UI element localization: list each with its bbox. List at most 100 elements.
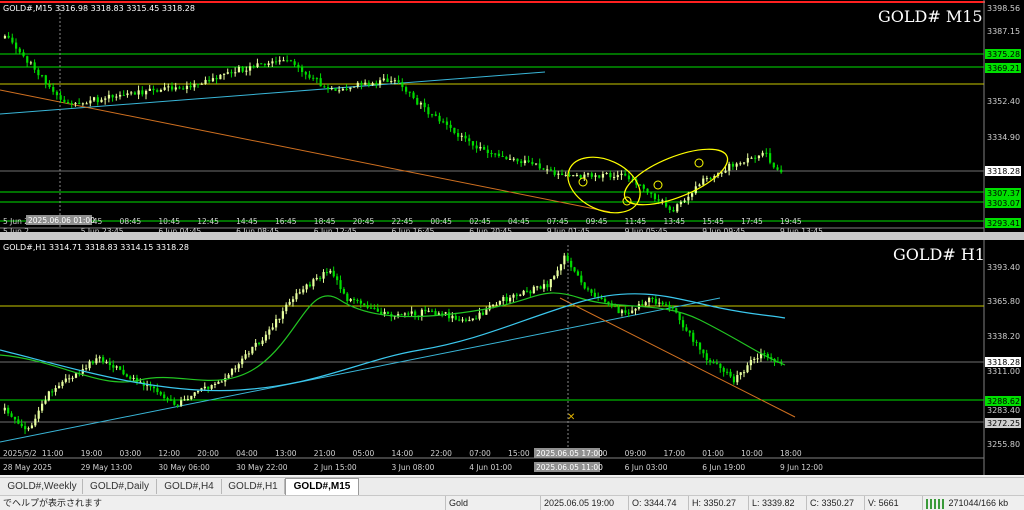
h1-candle (665, 304, 668, 306)
h1-chart-canvas[interactable]: ✕ GOLD#,H1 3314.71 3318.83 3314.15 3318.2… (0, 240, 1024, 475)
chart-separator[interactable] (0, 232, 1024, 240)
tab-h4[interactable]: GOLD#,H4 (157, 479, 222, 494)
h1-candle (746, 365, 749, 373)
m15-candle (542, 168, 545, 170)
tab-daily[interactable]: GOLD#,Daily (83, 479, 157, 494)
h1-candle (322, 272, 325, 279)
m15-candle (538, 163, 541, 169)
status-datetime: 2025.06.05 19:00 (540, 496, 614, 510)
m15-candle (572, 175, 575, 177)
h1-candle (152, 386, 156, 389)
h1-candle (451, 315, 454, 319)
m15-candle (438, 115, 441, 122)
m15-candle (579, 174, 582, 178)
h1-candle (20, 423, 23, 427)
h1-candle (651, 297, 654, 299)
m15-candle (219, 74, 222, 80)
h1-candle (678, 312, 681, 321)
h1-time-label-bottom: 6 Jun 03:00 (625, 463, 668, 472)
h1-trendline-up (0, 297, 721, 443)
m15-candle (731, 163, 735, 167)
h1-candle (688, 330, 691, 333)
h1-candle (600, 297, 603, 299)
h1-chart[interactable]: ✕ GOLD#,H1 3314.71 3318.83 3314.15 3318.2… (0, 240, 1024, 475)
h1-candle (403, 313, 407, 315)
h1-candle (587, 288, 590, 290)
h1-time-label-top: 07:00 (469, 449, 491, 458)
status-open: O: 3344.74 (628, 496, 677, 510)
h1-candle (485, 309, 488, 315)
h1-candle (71, 377, 74, 379)
m15-time-label-top: 04:45 (508, 217, 530, 226)
h1-candle (258, 342, 261, 345)
m15-candle (587, 173, 590, 175)
m15-candle (115, 96, 118, 98)
m15-candle (356, 82, 359, 87)
m15-candle (230, 72, 233, 74)
connection-bars-icon (926, 498, 946, 509)
h1-candle (570, 260, 573, 268)
h1-candle (373, 308, 376, 310)
h1-price-label: 3283.40 (987, 406, 1020, 415)
tab-weekly[interactable]: GOLD#,Weekly (2, 479, 83, 494)
h1-candle (478, 312, 481, 319)
h1-candle (563, 255, 566, 265)
m15-chart-canvas[interactable]: GOLD#,M15 3316.98 3318.83 3315.45 3318.2… (0, 0, 1024, 232)
m15-candle (408, 91, 411, 93)
h1-time-label-bottom: 28 May 2025 (3, 463, 52, 472)
h1-candle (414, 311, 417, 316)
m15-candle (601, 173, 605, 178)
crosshair-tag-top: 2025.06.06 01:00 (28, 216, 95, 225)
m15-candle (130, 92, 133, 94)
h1-candle (356, 299, 359, 301)
m15-time-label-top: 13:45 (663, 217, 685, 226)
m15-candle (197, 83, 200, 85)
tab-h1[interactable]: GOLD#,H1 (222, 479, 285, 494)
h1-candle (359, 300, 362, 304)
h1-candle (603, 298, 607, 302)
h1-candle (654, 298, 658, 304)
h1-candle (542, 284, 546, 289)
h1-candle (461, 319, 464, 321)
status-low: L: 3339.82 (748, 496, 795, 510)
m15-candle (772, 162, 775, 168)
status-symbol: Gold (445, 496, 468, 510)
m15-candle (3, 35, 7, 39)
h1-trendline-down (559, 297, 796, 418)
h1-candle (34, 418, 37, 426)
m15-candle (512, 158, 515, 160)
m15-candle (367, 82, 371, 86)
m15-candle (371, 83, 374, 86)
h1-candle (13, 416, 17, 420)
m15-candle (616, 175, 619, 178)
price-label: 3334.90 (987, 133, 1020, 142)
h1-candle (251, 346, 254, 354)
price-label: 3387.15 (987, 27, 1020, 36)
m15-candle (479, 146, 482, 149)
m15-candle (746, 158, 749, 163)
m15-candle (401, 82, 404, 88)
h1-price-label: 3393.40 (987, 263, 1020, 272)
h1-candle (261, 340, 264, 345)
m15-candle (445, 121, 449, 125)
h1-candle (498, 301, 502, 305)
h1-candle (529, 291, 532, 294)
h1-candle (736, 375, 739, 383)
m15-chart[interactable]: GOLD#,M15 3316.98 3318.83 3315.45 3318.2… (0, 0, 1024, 232)
h1-candle (197, 390, 200, 393)
m15-candle (657, 199, 660, 201)
m15-candle (319, 78, 322, 87)
m15-candle (315, 78, 319, 80)
m15-candle (159, 89, 163, 92)
tab-m15[interactable]: GOLD#,M15 (285, 478, 359, 495)
status-traffic: 271044/166 kb (922, 496, 1024, 510)
h1-candle (383, 311, 386, 314)
m15-candle (494, 153, 497, 155)
m15-candle (505, 156, 508, 160)
h1-candle (268, 329, 271, 335)
h1-candle (57, 385, 61, 389)
m15-candle (148, 88, 151, 91)
m15-candle (549, 169, 553, 171)
h1-candle (641, 304, 644, 306)
m15-candle (178, 87, 181, 89)
